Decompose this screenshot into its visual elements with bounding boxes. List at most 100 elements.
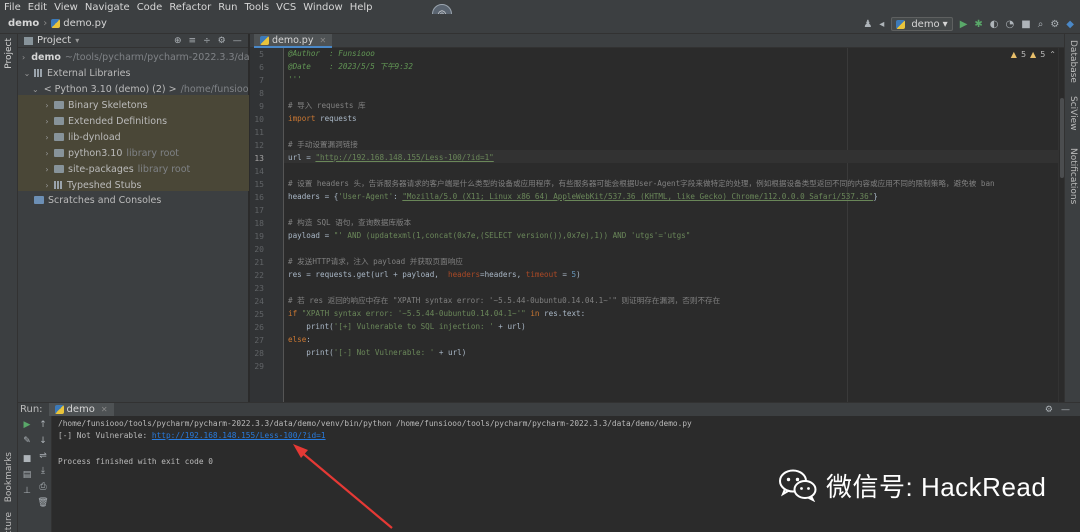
run-icon[interactable]: ▶: [960, 19, 968, 30]
run-configuration-select[interactable]: demo ▾: [891, 17, 953, 31]
code-editor[interactable]: ▲ 5 ▲ 5 ⌃ @Author : Funsiooo @Date : 2023/…: [284, 48, 1064, 402]
chevron-up-icon[interactable]: ⌃: [1049, 50, 1056, 59]
chevron-down-icon[interactable]: ⌄: [32, 85, 39, 94]
debug-icon[interactable]: ✱: [974, 19, 982, 30]
python-file-icon: [51, 19, 61, 28]
code-line: @Date : 2023/5/5 下午9:32: [288, 62, 413, 71]
line-number: 23: [254, 284, 264, 293]
tree-item-extended-definitions[interactable]: › Extended Definitions: [18, 113, 249, 129]
code-line: if "XPATH syntax error: '~5.5.44-0ubuntu…: [288, 309, 586, 318]
chevron-right-icon[interactable]: ›: [42, 149, 52, 158]
coverage-icon[interactable]: ◐: [990, 19, 999, 30]
layout-icon[interactable]: ▤: [21, 470, 33, 480]
pin-icon[interactable]: ⊥: [21, 486, 33, 496]
wrench-icon[interactable]: ✎: [21, 436, 33, 446]
project-panel-header: Project ▾ ⊕ ≡ ÷ ⚙ —: [18, 34, 248, 48]
trash-icon[interactable]: 🗑: [37, 498, 49, 508]
chevron-right-icon[interactable]: ›: [22, 53, 25, 62]
user-icon[interactable]: ♟: [863, 19, 872, 30]
project-tool-tab[interactable]: Project: [4, 38, 14, 69]
bookmarks-tool-tab[interactable]: Bookmarks: [4, 452, 14, 502]
chevron-right-icon[interactable]: ›: [42, 101, 52, 110]
line-number: 11: [254, 128, 264, 137]
stop-icon[interactable]: ■: [1021, 19, 1030, 30]
menu-navigate[interactable]: Navigate: [85, 2, 130, 13]
settings-gear-icon[interactable]: ⚙: [218, 36, 226, 46]
line-number: 21: [254, 258, 264, 267]
jetbrains-logo-icon[interactable]: ◆: [1066, 19, 1074, 30]
chevron-right-icon[interactable]: ›: [42, 165, 52, 174]
structure-tool-tab[interactable]: Structure: [4, 512, 14, 532]
breadcrumb-project[interactable]: demo: [8, 18, 39, 29]
soft-wrap-icon[interactable]: ⇌: [37, 451, 49, 461]
menu-tools[interactable]: Tools: [244, 2, 269, 13]
library-icon: [54, 181, 63, 189]
search-icon[interactable]: ⌕: [1038, 19, 1044, 30]
chevron-down-icon[interactable]: ▾: [75, 36, 79, 45]
profile-icon[interactable]: ◔: [1006, 19, 1015, 30]
line-number: 18: [254, 219, 264, 228]
database-tool-tab[interactable]: Database: [1068, 40, 1078, 83]
tree-item-label: lib-dynload: [68, 131, 121, 143]
code-line: print('[+] Vulnerable to SQL injection: …: [288, 322, 526, 331]
menu-run[interactable]: Run: [218, 2, 237, 13]
tree-item-binary-skeletons[interactable]: › Binary Skeletons: [18, 97, 249, 113]
warning-icon: ▲: [1010, 50, 1017, 59]
inspection-widget[interactable]: ▲ 5 ▲ 5 ⌃: [1011, 50, 1056, 59]
editor-tab-demo-py[interactable]: demo.py ✕: [254, 34, 333, 48]
collapse-all-icon[interactable]: ≡: [189, 36, 197, 46]
tree-item-python-sdk[interactable]: ⌄ < Python 3.10 (demo) (2) > /home/funsi…: [18, 81, 249, 97]
tree-item-scratches[interactable]: Scratches and Consoles: [18, 192, 249, 208]
settings-gear-icon[interactable]: ⚙: [1050, 19, 1059, 30]
down-arrow-icon[interactable]: ↓: [37, 436, 49, 446]
hide-panel-icon[interactable]: —: [233, 36, 242, 46]
chevron-right-icon[interactable]: ›: [42, 133, 52, 142]
project-panel-title[interactable]: Project: [37, 35, 71, 46]
expand-all-icon[interactable]: ÷: [203, 36, 211, 46]
print-icon[interactable]: ⎙: [37, 482, 49, 492]
tree-item-demo[interactable]: › demo ~/tools/pycharm/pycharm-2022.3.3/…: [18, 49, 249, 65]
code-line: headers = {'User-Agent': "Mozilla/5.0 (X…: [288, 192, 878, 201]
scroll-to-end-icon[interactable]: ⤓: [37, 466, 49, 476]
close-icon[interactable]: ✕: [101, 405, 108, 414]
settings-gear-icon[interactable]: ⚙: [1045, 405, 1053, 415]
menu-help[interactable]: Help: [350, 2, 373, 13]
menu-window[interactable]: Window: [303, 2, 342, 13]
menu-file[interactable]: File: [4, 2, 21, 13]
navigation-bar: demo › demo.py ♟ ◂ demo ▾ ▶ ✱ ◐ ◔ ■ ⌕ ⚙ …: [0, 14, 1080, 34]
menu-code[interactable]: Code: [137, 2, 163, 13]
editor-scrollbar[interactable]: [1058, 48, 1064, 402]
menu-edit[interactable]: Edit: [28, 2, 47, 13]
tree-item-typeshed-stubs[interactable]: › Typeshed Stubs: [18, 177, 249, 193]
scrollbar-thumb[interactable]: [1060, 98, 1064, 178]
close-icon[interactable]: ✕: [319, 36, 326, 45]
build-arrow-icon[interactable]: ◂: [879, 19, 884, 30]
line-number: 12: [254, 141, 264, 150]
code-line: url = "http://192.168.148.155/Less-100/?…: [288, 153, 494, 162]
hide-panel-icon[interactable]: —: [1061, 405, 1070, 415]
tree-item-external-libraries[interactable]: ⌄ External Libraries: [18, 65, 249, 81]
menu-vcs[interactable]: VCS: [276, 2, 296, 13]
chevron-down-icon[interactable]: ⌄: [22, 69, 32, 78]
breadcrumb-file[interactable]: demo.py: [63, 18, 107, 29]
locate-file-icon[interactable]: ⊕: [174, 36, 182, 46]
chevron-right-icon[interactable]: ›: [42, 117, 52, 126]
run-tab-demo[interactable]: demo ✕: [48, 402, 114, 417]
tree-item-lib-dynload[interactable]: › lib-dynload: [18, 129, 249, 145]
notifications-tool-tab[interactable]: Notifications: [1068, 148, 1078, 204]
chevron-right-icon[interactable]: ›: [42, 181, 52, 190]
up-arrow-icon[interactable]: ↑: [37, 420, 49, 430]
run-panel-header: Run: demo ✕ ⚙ —: [18, 402, 1080, 417]
rerun-icon[interactable]: ▶: [21, 420, 33, 430]
console-url-link[interactable]: http://192.168.148.155/Less-100/?id=1: [152, 431, 326, 440]
stop-icon[interactable]: ■: [21, 454, 33, 464]
menu-view[interactable]: View: [54, 2, 78, 13]
sciview-tool-tab[interactable]: SciView: [1068, 96, 1078, 131]
run-tab-label: demo: [66, 404, 95, 415]
folder-icon: [54, 149, 64, 157]
code-line: else:: [288, 335, 311, 344]
tree-item-python3-10[interactable]: › python3.10 library root: [18, 145, 249, 161]
folder-icon: [54, 117, 64, 125]
tree-item-site-packages[interactable]: › site-packages library root: [18, 161, 249, 177]
menu-refactor[interactable]: Refactor: [169, 2, 211, 13]
